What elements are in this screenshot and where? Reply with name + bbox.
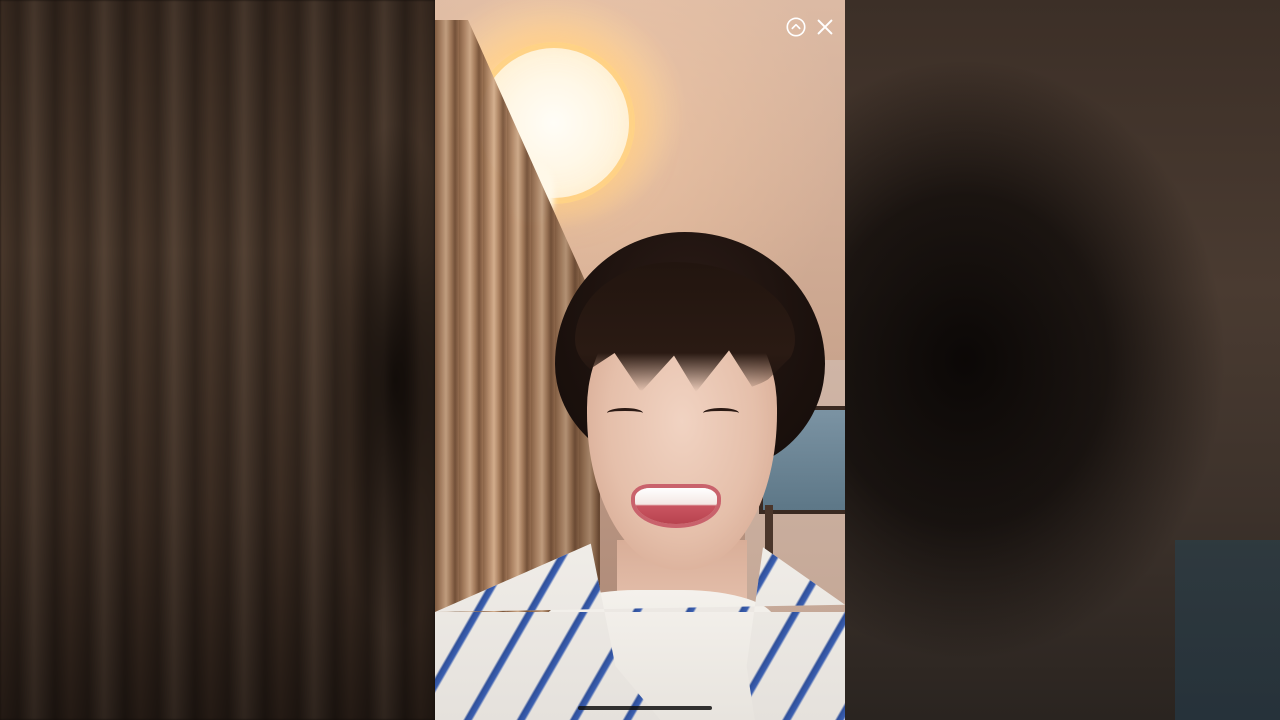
video-controls	[435, 0, 845, 60]
expand-button[interactable]	[785, 16, 807, 38]
close-button[interactable]	[814, 16, 836, 38]
home-indicator[interactable]	[578, 706, 712, 710]
close-x-icon	[817, 19, 833, 35]
backdrop-window	[1175, 540, 1280, 720]
backdrop-left-curtain	[0, 0, 460, 720]
video-viewer	[0, 0, 1280, 720]
person-eye-left	[607, 408, 643, 418]
person-eye-right	[703, 408, 739, 418]
backdrop-right-blur	[845, 0, 1280, 720]
live-video-frame[interactable]	[435, 0, 845, 720]
chevron-up-circle-icon	[786, 17, 806, 37]
